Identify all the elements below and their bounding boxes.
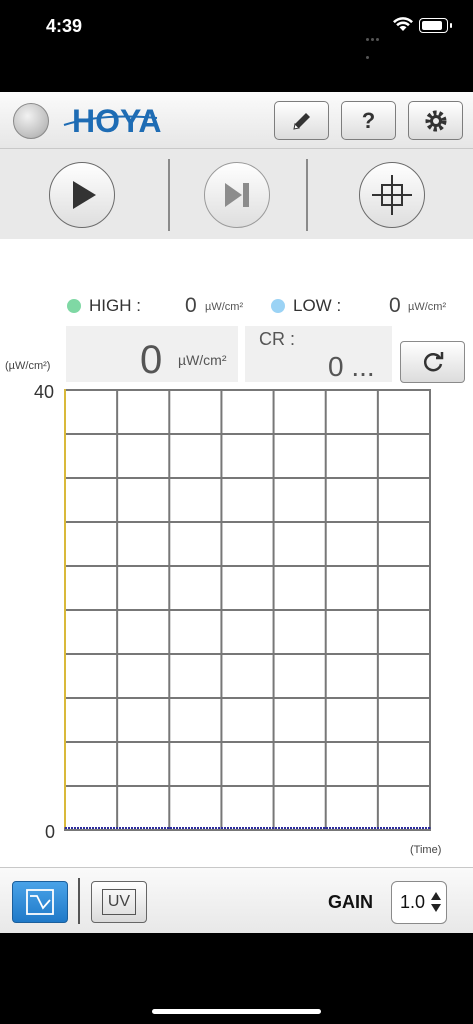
calibrate-button[interactable] [359,162,425,228]
gain-value: 1.0 [400,892,426,912]
series-point [272,827,275,829]
graph-mode-button[interactable] [12,881,68,923]
low-value: 0 [389,294,401,317]
status-time: 4:39 [46,16,83,36]
help-icon: ? [361,107,376,133]
reset-button[interactable] [400,341,465,383]
divider [306,159,308,231]
crosshair-icon [372,175,412,215]
help-button[interactable]: ? [341,101,396,140]
hoya-logo: HOYA [63,103,162,139]
cellular-signal-icon [366,28,384,59]
series-point [64,827,66,829]
high-legend: HIGH : [67,296,141,316]
intensity-chart [64,389,431,831]
series-point [116,827,118,829]
edit-button[interactable] [274,101,329,140]
series-point [168,827,171,829]
wifi-icon [393,17,413,31]
gain-select[interactable]: 1.0 [391,881,447,924]
x-axis-unit: (Time) [410,844,442,856]
low-indicator-dot [271,299,285,313]
graph-icon [26,889,54,915]
divider [78,878,80,924]
y-axis-unit: (µW/cm²) [5,360,51,372]
uv-label: UV [101,889,137,915]
svg-text:HOYA: HOYA [72,103,162,139]
uv-mode-button[interactable]: UV [91,881,147,923]
y-max-label: 40 [34,382,55,402]
low-unit: µW/cm² [408,301,447,313]
step-forward-button[interactable] [204,162,270,228]
measurement-controls [0,149,473,239]
current-unit: µW/cm² [178,352,227,368]
gain-label: GAIN [328,892,373,912]
y-min-label: 0 [45,822,56,842]
battery-icon [419,18,452,33]
divider [168,159,170,231]
play-button[interactable] [49,162,115,228]
pencil-icon [292,112,310,130]
gear-icon [425,110,446,131]
skip-next-icon [225,183,249,207]
top-toolbar: HOYA ? [0,92,473,149]
settings-button[interactable] [408,101,463,140]
measurement-panel: HIGH : 0 µW/cm² LOW : 0 µW/cm² 0 µW/cm² … [0,239,473,867]
status-bar: 4:39 [0,0,473,92]
cr-label: CR : [259,329,295,349]
bottom-toolbar: UV GAIN 1.0 [0,867,473,933]
high-indicator-dot [67,299,81,313]
app-screen: HOYA ? HIGH: 0 µW/cm² LOW: 0 µW/cm² 0 … [0,92,473,933]
low-legend: LOW : [271,296,341,316]
series-point [377,827,379,829]
current-value: 0 [140,338,163,382]
home-indicator [152,1009,321,1014]
high-value: 0 [185,294,197,317]
series-point [324,827,327,829]
play-icon [73,181,96,209]
connection-indicator [13,103,49,139]
series-point [429,827,431,829]
series-point [220,827,223,829]
stepper-arrows-icon [431,892,441,912]
cr-value: 0 ... [328,351,375,382]
high-unit: µW/cm² [205,301,244,313]
refresh-icon [423,352,443,372]
chart-grid [64,389,431,831]
high-label: HIGH : [89,296,141,315]
low-label: LOW : [293,296,342,315]
